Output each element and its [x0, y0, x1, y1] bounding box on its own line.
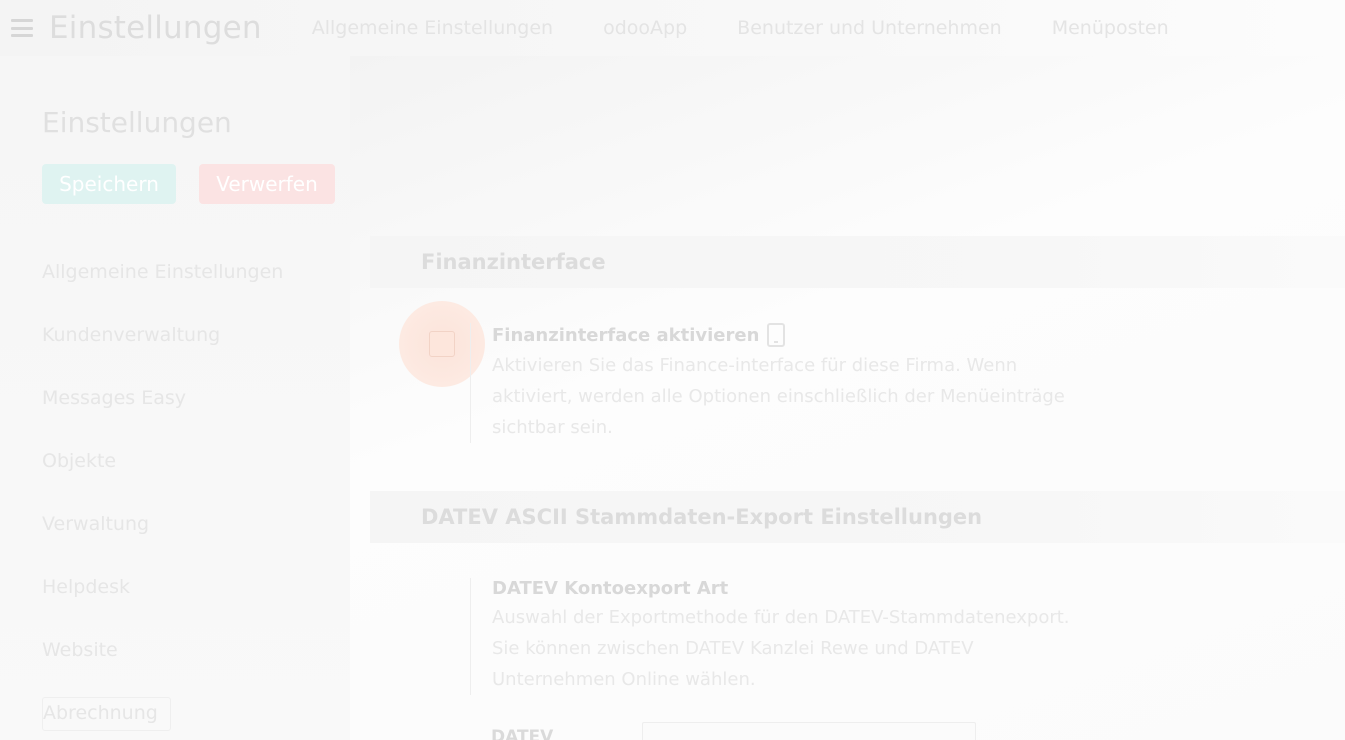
top-menu-users-companies[interactable]: Benutzer und Unternehmen [737, 17, 1002, 39]
hamburger-bar [11, 19, 33, 22]
app-title: Einstellungen [49, 10, 262, 46]
hamburger-bar [11, 34, 33, 37]
section-heading-finance: Finanzinterface [370, 236, 1345, 288]
setting-datev-export-type: DATEV Kontoexport Art Auswahl der Export… [470, 578, 1070, 695]
sidebar-item-website[interactable]: Website [42, 634, 283, 697]
save-button[interactable]: Speichern [42, 164, 176, 204]
hamburger-bar [11, 26, 33, 30]
sidebar-item-helpdesk[interactable]: Helpdesk [42, 571, 283, 634]
setting-finance-interface: Finanzinterface aktivieren Aktivieren Si… [470, 323, 1070, 443]
settings-main: Finanzinterface Finanzinterface aktivier… [350, 56, 1345, 740]
sidebar-item-general-settings[interactable]: Allgemeine Einstellungen [42, 256, 283, 319]
sidebar-item-objects[interactable]: Objekte [42, 445, 283, 508]
top-navbar: Einstellungen Allgemeine Einstellungen o… [0, 0, 1345, 56]
hamburger-menu-icon[interactable] [11, 19, 33, 37]
setting-title-text: DATEV Kontoexport Art [492, 578, 729, 599]
sidebar-item-label: Abrechnung [42, 697, 171, 731]
setting-description: Aktivieren Sie das Finance-interface für… [492, 355, 1065, 438]
section-heading-datev: DATEV ASCII Stammdaten-Export Einstellun… [370, 491, 1345, 543]
datev-field-label: DATEV [491, 727, 554, 740]
settings-sidebar: Einstellungen Speichern Verwerfen Allgem… [0, 56, 350, 740]
sidebar-item-customer-management[interactable]: Kundenverwaltung [42, 319, 283, 382]
sidebar-item-administration[interactable]: Verwaltung [42, 508, 283, 571]
sidebar-item-invoicing[interactable]: Abrechnung [42, 697, 283, 740]
top-menu-general-settings[interactable]: Allgemeine Einstellungen [312, 17, 553, 39]
setting-title: Finanzinterface aktivieren [492, 323, 1070, 347]
top-menu-odooapp[interactable]: odooApp [603, 17, 687, 39]
discard-button[interactable]: Verwerfen [199, 164, 335, 204]
checkbox-box [429, 331, 455, 357]
sidebar-title: Einstellungen [42, 106, 232, 139]
setting-title: DATEV Kontoexport Art [492, 578, 1070, 599]
setting-title-text: Finanzinterface aktivieren [492, 324, 760, 346]
datev-export-select[interactable] [642, 722, 976, 740]
setting-description: Auswahl der Exportmethode für den DATEV-… [492, 607, 1070, 690]
sidebar-item-messages-easy[interactable]: Messages Easy [42, 382, 283, 445]
top-menu: Allgemeine Einstellungen odooApp Benutze… [312, 17, 1219, 39]
device-icon [767, 323, 786, 347]
top-menu-menu-items[interactable]: Menüposten [1052, 17, 1169, 39]
settings-nav: Allgemeine Einstellungen Kundenverwaltun… [42, 256, 283, 740]
